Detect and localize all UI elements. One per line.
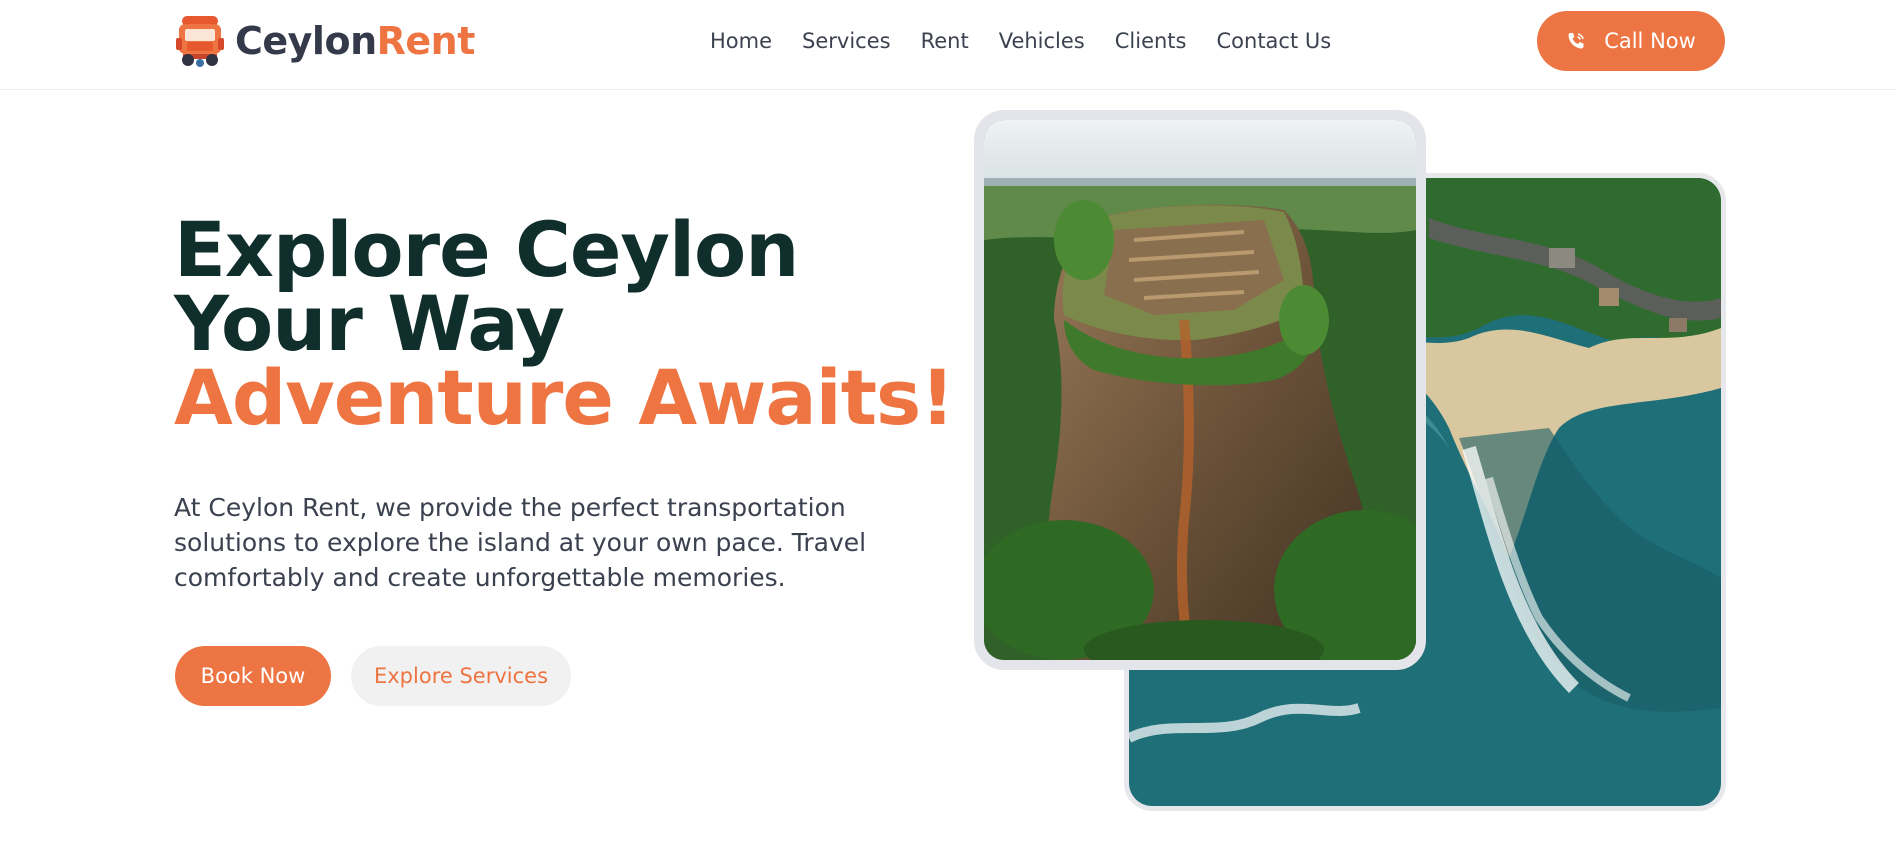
brand-logo[interactable]: CeylonRent: [175, 14, 475, 68]
brand-name-part2: Rent: [376, 19, 476, 63]
hero-title-line2: Your Way: [174, 279, 565, 368]
tuk-tuk-icon: [175, 14, 225, 68]
explore-services-button[interactable]: Explore Services: [351, 646, 571, 706]
phone-icon: [1566, 31, 1586, 51]
nav-item-contact-us[interactable]: Contact Us: [1217, 28, 1332, 54]
hero-title: Explore Ceylon Your Way Adventure Awaits…: [174, 205, 955, 442]
main-nav: Home Services Rent Vehicles Clients Cont…: [710, 28, 1361, 54]
brand-name-part1: Ceylon: [235, 19, 377, 63]
nav-item-services[interactable]: Services: [802, 28, 891, 54]
nav-item-clients[interactable]: Clients: [1115, 28, 1187, 54]
sigiriya-rock-image: [974, 110, 1426, 670]
hero-description: At Ceylon Rent, we provide the perfect t…: [174, 493, 867, 592]
nav-item-vehicles[interactable]: Vehicles: [999, 28, 1085, 54]
call-now-label: Call Now: [1604, 29, 1696, 53]
nav-item-home[interactable]: Home: [710, 28, 772, 54]
nav-item-rent[interactable]: Rent: [921, 28, 969, 54]
hero-title-line3: Adventure Awaits!: [174, 353, 955, 442]
book-now-button[interactable]: Book Now: [175, 646, 331, 706]
brand-name: CeylonRent: [235, 19, 475, 63]
site-header: CeylonRent Home Services Rent Vehicles C…: [0, 0, 1896, 90]
hero-title-line1: Explore Ceylon: [174, 205, 799, 294]
call-now-button[interactable]: Call Now: [1537, 11, 1725, 71]
